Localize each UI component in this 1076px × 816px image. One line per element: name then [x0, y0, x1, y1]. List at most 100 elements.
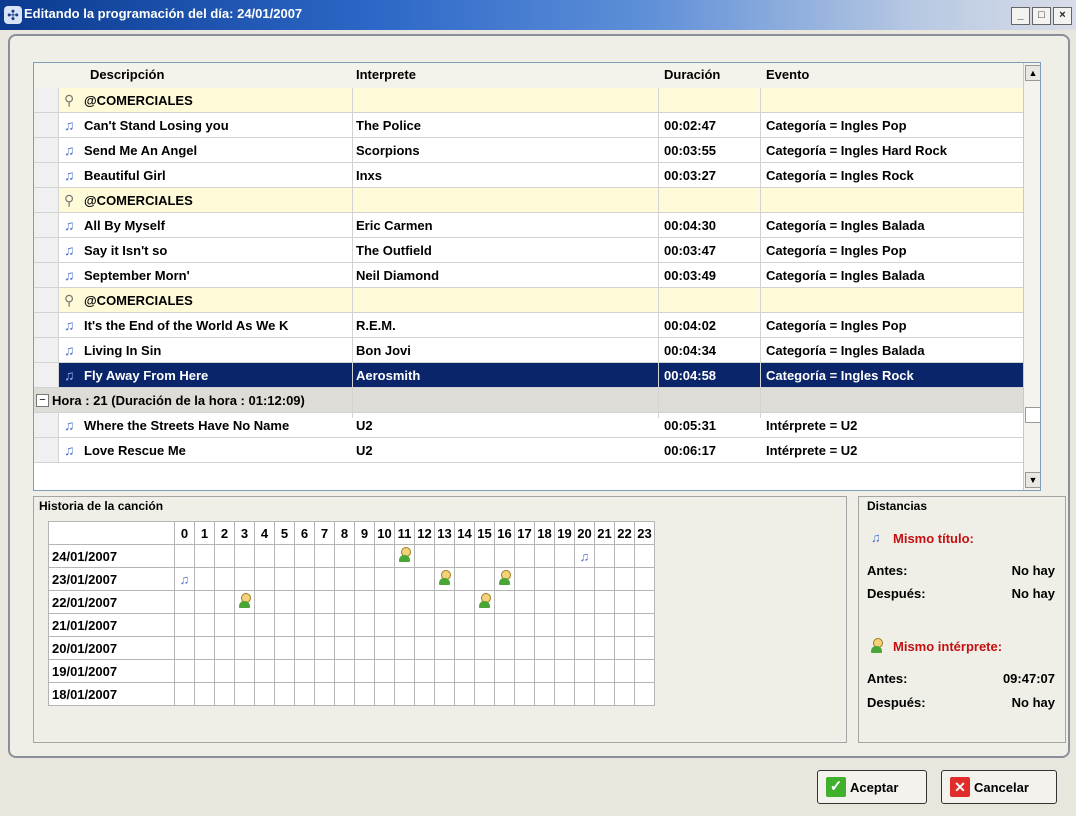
- history-cell: [534, 590, 555, 614]
- row-indent: [34, 163, 59, 187]
- history-cell: [394, 590, 415, 614]
- history-cell: [474, 613, 495, 637]
- table-row[interactable]: ♫ September Morn' Neil Diamond 00:03:49 Cate…: [34, 263, 1026, 288]
- table-row[interactable]: ♫ It's the End of the World As We K R.E.M.…: [34, 313, 1026, 338]
- music-note-icon: ♫: [64, 367, 75, 383]
- history-cell: [214, 636, 235, 660]
- duration-cell: 00:05:31: [664, 418, 717, 433]
- music-note-icon: ♫: [64, 442, 75, 458]
- history-cell: [314, 590, 335, 614]
- commercial-row[interactable]: ⚲ @COMERCIALES: [34, 288, 1026, 313]
- history-cell: [434, 613, 455, 637]
- history-cell: [454, 567, 475, 591]
- table-row[interactable]: ♫ Living In Sin Bon Jovi 00:04:34 Categoría …: [34, 338, 1026, 363]
- commercial-row[interactable]: ⚲ @COMERCIALES: [34, 88, 1026, 113]
- music-note-icon: ♫: [64, 117, 75, 133]
- maximize-button[interactable]: □: [1032, 7, 1051, 25]
- row-indent: [34, 413, 59, 437]
- history-cell: [234, 544, 255, 568]
- scroll-down-button[interactable]: ▼: [1025, 472, 1040, 488]
- column-descripcion[interactable]: Descripción: [90, 67, 164, 82]
- column-interprete[interactable]: Interprete: [356, 67, 416, 82]
- history-cell: [414, 682, 435, 706]
- hour-header: 19: [554, 521, 575, 545]
- minimize-button[interactable]: _: [1011, 7, 1030, 25]
- table-row[interactable]: ♫ Love Rescue Me U2 00:06:17 Intérprete = U2: [34, 438, 1026, 463]
- description-cell: Say it Isn't so: [84, 243, 168, 258]
- history-row: 23/01/2007 ♫: [48, 567, 655, 591]
- titulo-despues-label: Después:: [867, 586, 926, 601]
- commercial-row[interactable]: ⚲ @COMERCIALES: [34, 188, 1026, 213]
- scroll-up-button[interactable]: ▲: [1025, 65, 1040, 81]
- history-cell: [474, 590, 495, 614]
- history-cell: [574, 590, 595, 614]
- history-cell: [614, 544, 635, 568]
- artist-cell: Bon Jovi: [356, 343, 411, 358]
- table-row[interactable]: ♫ Say it Isn't so The Outfield 00:03:47 Cate…: [34, 238, 1026, 263]
- table-row[interactable]: ♫ Can't Stand Losing you The Police 00:02:4…: [34, 113, 1026, 138]
- row-indent: [34, 438, 59, 462]
- duration-cell: 00:03:27: [664, 168, 717, 183]
- table-row[interactable]: ♫ Beautiful Girl Inxs 00:03:27 Categoría = I…: [34, 163, 1026, 188]
- history-cell: [214, 567, 235, 591]
- history-cell: [574, 567, 595, 591]
- history-cell: [454, 682, 475, 706]
- column-evento[interactable]: Evento: [766, 67, 809, 82]
- table-row[interactable]: ♫ Where the Streets Have No Name U2 00:05:3…: [34, 413, 1026, 438]
- distancias-panel: Distancias ♫ Mismo título: Antes: No hay…: [858, 496, 1066, 743]
- history-cell: [374, 682, 395, 706]
- hour-header: 22: [614, 521, 635, 545]
- duration-cell: 00:03:49: [664, 268, 717, 283]
- music-note-icon: ♫: [179, 571, 190, 587]
- group-row[interactable]: − Hora : 21 (Duración de la hora : 01:12:…: [34, 388, 1026, 413]
- collapse-icon[interactable]: −: [36, 394, 49, 407]
- history-cell: [514, 659, 535, 683]
- history-cell: [534, 659, 555, 683]
- history-cell: [334, 613, 355, 637]
- history-cell: [354, 682, 375, 706]
- history-cell: [354, 613, 375, 637]
- hour-header: 20: [574, 521, 595, 545]
- column-duracion[interactable]: Duración: [664, 67, 720, 82]
- history-cell: [234, 613, 255, 637]
- history-cell: [354, 544, 375, 568]
- scroll-thumb[interactable]: [1025, 407, 1040, 423]
- history-cell: [314, 544, 335, 568]
- history-cell: [394, 544, 415, 568]
- hour-header: 0: [174, 521, 195, 545]
- corner-cell: [48, 521, 175, 545]
- row-indent: [34, 88, 59, 112]
- description-cell: Beautiful Girl: [84, 168, 166, 183]
- history-cell: [434, 590, 455, 614]
- table-row[interactable]: ♫ Fly Away From Here Aerosmith 00:04:58 Cate…: [34, 363, 1026, 388]
- event-cell: Categoría = Ingles Rock: [766, 368, 914, 383]
- window-title: Editando la programación del día: 24/01/…: [24, 6, 303, 21]
- history-cell: [274, 590, 295, 614]
- history-cell: [614, 613, 635, 637]
- history-cell: [434, 636, 455, 660]
- cancel-button[interactable]: ✕ Cancelar: [941, 770, 1057, 804]
- history-cell: [234, 682, 255, 706]
- mismo-titulo-label: Mismo título:: [893, 531, 974, 546]
- history-grid: 0 1 2 3 4 5 6 7 8 9 10 11 12 13 14 15 16 17 18 19 20 21 22 23 24…: [48, 521, 655, 706]
- history-cell: [194, 613, 215, 637]
- accept-button[interactable]: ✓ Aceptar: [817, 770, 927, 804]
- history-cell: [254, 567, 275, 591]
- table-row[interactable]: ♫ Send Me An Angel Scorpions 00:03:55 Catego…: [34, 138, 1026, 163]
- row-indent: [34, 263, 59, 287]
- history-cell: [514, 544, 535, 568]
- cancel-icon: ✕: [950, 777, 970, 797]
- playlist-grid[interactable]: Descripción Interprete Duración Evento ⚲…: [33, 62, 1041, 491]
- history-cell: [574, 682, 595, 706]
- history-cell: [194, 659, 215, 683]
- history-cell: [554, 636, 575, 660]
- description-cell: @COMERCIALES: [84, 293, 193, 308]
- hour-header: 10: [374, 521, 395, 545]
- vertical-scrollbar[interactable]: ▲ ▼: [1023, 63, 1040, 490]
- person-icon: [239, 593, 251, 608]
- history-cell: [294, 659, 315, 683]
- music-note-icon: ♫: [64, 267, 75, 283]
- history-cell: [494, 682, 515, 706]
- table-row[interactable]: ♫ All By Myself Eric Carmen 00:04:30 Categor…: [34, 213, 1026, 238]
- close-button[interactable]: ×: [1053, 7, 1072, 25]
